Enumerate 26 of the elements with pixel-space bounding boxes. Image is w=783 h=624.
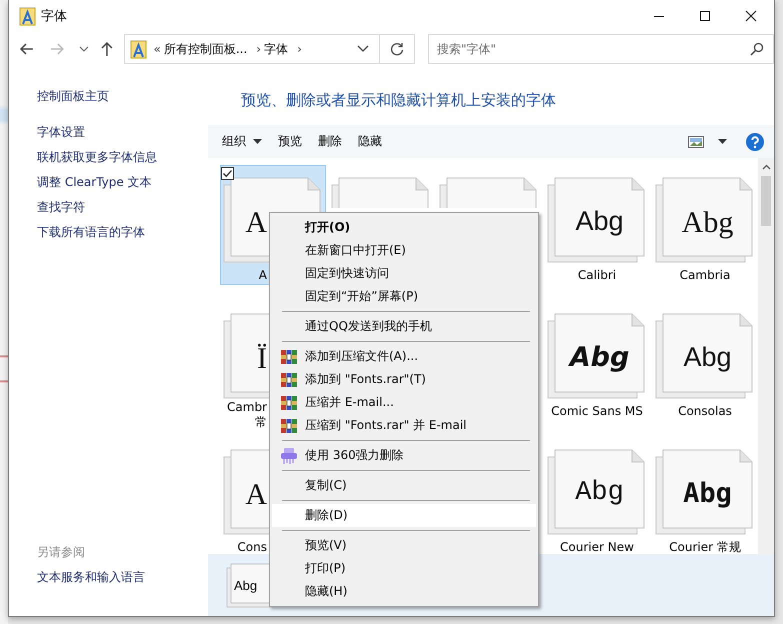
font-preview: Abg [682,342,733,373]
font-preview: Abg [682,478,733,509]
font-preview: Abg [680,206,734,240]
font-preview: Abg [574,206,625,237]
window-title: 字体 [41,8,67,25]
font-preview: A [244,478,267,512]
breadcrumb-separator: › [297,42,302,56]
font-name: Consolas [678,404,732,419]
font-preview: A [244,206,267,240]
font-preview: Abg [567,342,630,373]
font-preview: Ï [256,342,267,376]
font-preview: Abg [234,578,258,593]
font-name: Cambria [680,268,730,283]
section-heading: 另请参阅 [37,544,86,561]
font-name: Cons [236,540,267,554]
font-name: Courier New [560,540,634,554]
breadcrumb-separator: « [153,42,161,56]
font-name: Calibri [578,268,616,283]
breadcrumb-separator: › [256,42,262,56]
font-name: Cambr [226,400,267,415]
font-name: 常 [254,415,267,430]
font-name: Comic Sans MS [551,404,643,419]
page-heading: 预览、删除或者显示和隐藏计算机上安装的字体 [240,90,557,111]
font-name: A [258,268,267,283]
font-name: Courier 常规 [669,540,741,554]
font-preview: Abg [574,478,625,508]
